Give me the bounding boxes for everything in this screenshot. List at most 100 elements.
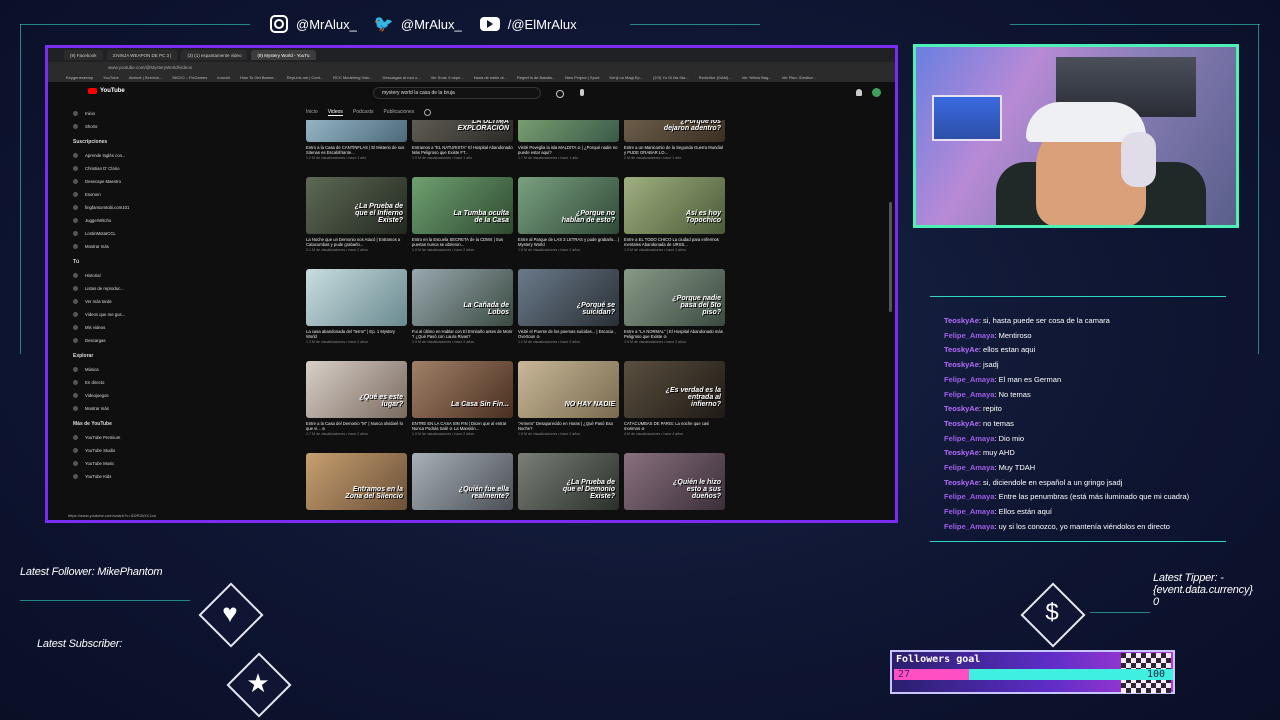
subscription-item[interactable]: Desecape Maestro	[68, 175, 148, 188]
video-card[interactable]: ¿Porque nadie pasa del 5to piso? Entre a …	[624, 269, 725, 344]
video-thumbnail[interactable]	[518, 120, 619, 142]
video-card[interactable]: ¿Porque los dejaron adentro? Entre a un M…	[624, 120, 725, 160]
video-thumbnail[interactable]	[306, 120, 407, 142]
library-item[interactable]: Descargas	[68, 334, 148, 347]
subscription-item[interactable]: Christian D' Clario	[68, 162, 148, 175]
video-card[interactable]: ¿La Prueba de que el Infierno Existe? La …	[306, 177, 407, 252]
scrollbar[interactable]	[889, 202, 892, 312]
bookmark-item[interactable]: YouTube	[103, 75, 119, 80]
video-card[interactable]: ¿Es verdad es la entrada al infierno? CAT…	[624, 361, 725, 436]
video-card[interactable]: Visité Poveglia la isla MALDITA ⊘ | ¿Por…	[518, 120, 619, 160]
subscription-item[interactable]: Esomen	[68, 188, 148, 201]
video-title[interactable]: CATACUMBAS DE PARIS: La noche que casi m…	[624, 421, 725, 431]
video-thumbnail[interactable]: ¿Qué es este lugar?	[306, 361, 407, 418]
bookmark-item[interactable]: Kenji no Magi Ep...	[609, 75, 643, 80]
search-channel-icon[interactable]	[424, 109, 432, 116]
browser-tab-active[interactable]: (9) Mystery World - YouTu	[251, 50, 316, 60]
bookmark-item[interactable]: Regret is de Batalla...	[517, 75, 555, 80]
bookmark-item[interactable]: Abrinet | Servicio...	[129, 75, 163, 80]
bookmark-item[interactable]: Ver Yellow Bag...	[742, 75, 772, 80]
bookmark-item[interactable]: Redictitor (GAM)...	[699, 75, 732, 80]
video-thumbnail[interactable]: Así es hoy Topochico	[624, 177, 725, 234]
library-item[interactable]: Mis videos	[68, 321, 148, 334]
explore-item[interactable]: En directo	[68, 376, 148, 389]
video-title[interactable]: Fui al último en Hablar con El Ermitaño …	[412, 329, 513, 339]
explore-item[interactable]: Música	[68, 363, 148, 376]
video-thumbnail[interactable]	[306, 269, 407, 326]
bookmark-item[interactable]: New Project | Sport	[565, 75, 599, 80]
subscription-item[interactable]: Mostrar más	[68, 240, 148, 253]
bookmark-item[interactable]: RepLink.me | Cont...	[287, 75, 323, 80]
video-title[interactable]: Entro en la Escuela SECRETA de la CDMX |…	[412, 237, 513, 247]
video-card[interactable]: ¿Quién fue ella realmente?	[412, 453, 513, 520]
video-card[interactable]: La Tumba oculta de la Casa Entro en la Es…	[412, 177, 513, 252]
video-thumbnail[interactable]: ¿Quién fue ella realmente?	[412, 453, 513, 510]
video-thumbnail[interactable]: La Cañada de Lobos	[412, 269, 513, 326]
video-title[interactable]: Entre a "LA NORMAL" | El Hospital Abando…	[624, 329, 725, 339]
subscription-item[interactable]: Aprende Inglés con...	[68, 149, 148, 162]
video-title[interactable]	[306, 513, 407, 520]
video-card[interactable]: La Casa Sin Fin... ENTRE EN LA CASA SIN F…	[412, 361, 513, 436]
video-title[interactable]	[518, 513, 619, 520]
video-title[interactable]: La Noche que un Demonio nos Atacó | Entr…	[306, 237, 407, 247]
video-title[interactable]: ENTRE EN LA CASA SIN FIN | Dicen que al …	[412, 421, 513, 431]
tab-podcasts[interactable]: Podcasts	[353, 109, 374, 116]
video-thumbnail[interactable]: Entramos en la Zona del Silencio	[306, 453, 407, 510]
more-youtube-item[interactable]: YouTube Studio	[68, 444, 148, 457]
video-thumbnail[interactable]: NO HAY NADIE	[518, 361, 619, 418]
address-bar[interactable]: www.youtube.com/@MysteryWorld/videos	[48, 62, 895, 72]
sidebar-nav-item[interactable]: Inicio	[68, 107, 148, 120]
video-title[interactable]: Visité Poveglia la isla MALDITA ⊘ | ¿Por…	[518, 145, 619, 155]
search-input[interactable]: mystery world la casa de la bruja	[373, 87, 541, 99]
bookmark-item[interactable]: RCC Modelring Voic...	[333, 75, 372, 80]
video-thumbnail[interactable]: LA ÚLTIMA EXPLORACIÓN	[412, 120, 513, 142]
video-card[interactable]: Así es hoy Topochico Entre a EL TODO CHIC…	[624, 177, 725, 252]
library-item[interactable]: Historial	[68, 269, 148, 282]
video-thumbnail[interactable]: La Tumba oculta de la Casa	[412, 177, 513, 234]
video-title[interactable]	[624, 513, 725, 520]
video-title[interactable]: Entre al Parque de LAS 3 LETRAS y pude g…	[518, 237, 619, 247]
video-thumbnail[interactable]: ¿Es verdad es la entrada al infierno?	[624, 361, 725, 418]
bookmark-item[interactable]: How To Get Banne...	[240, 75, 277, 80]
video-title[interactable]: La casa abandonada del "terror" | Ep. 1 …	[306, 329, 407, 339]
subscription-item[interactable]: JuggerWitcho	[68, 214, 148, 227]
bookmark-item[interactable]: Imovini	[217, 75, 230, 80]
bookmark-item[interactable]: Descargas al root o...	[383, 75, 421, 80]
tab-publicaciones[interactable]: Publicaciones	[383, 109, 414, 116]
video-thumbnail[interactable]: ¿La Prueba de que el Demonio Existe?	[518, 453, 619, 510]
video-title[interactable]: Entro a la Casa de CANTINFLAS | El Miste…	[306, 145, 407, 155]
explore-item[interactable]: Mostrar más	[68, 402, 148, 415]
video-title[interactable]: Entre a EL TODO CHICO La ciudad para enf…	[624, 237, 725, 247]
mic-icon[interactable]	[580, 89, 584, 96]
video-thumbnail[interactable]: ¿Porque nadie pasa del 5to piso?	[624, 269, 725, 326]
youtube-logo[interactable]: YouTube	[88, 88, 125, 94]
video-thumbnail[interactable]: ¿Porque no hablan de esto?	[518, 177, 619, 234]
browser-tab[interactable]: (9) Facebook	[64, 50, 103, 60]
video-card[interactable]: Entramos en la Zona del Silencio	[306, 453, 407, 520]
video-thumbnail[interactable]: ¿Porqué se suicidan?	[518, 269, 619, 326]
video-title[interactable]: Entramos a "EL NATURISTA" El Hospital Ab…	[412, 145, 513, 155]
bookmark-item[interactable]: INICIO – FixGames	[172, 75, 207, 80]
video-title[interactable]: "Armero" Desaparecido en Horas | ¿Qué Pa…	[518, 421, 619, 431]
bookmark-item[interactable]: (2/3) Yu Gi Ba Sta...	[653, 75, 689, 80]
more-youtube-item[interactable]: YouTube Kids	[68, 470, 148, 483]
search-icon[interactable]	[556, 90, 564, 98]
browser-tab[interactable]: (3) (1) espantamente video	[181, 50, 248, 60]
bookmark-item[interactable]: Ver Sora: Il nepe...	[431, 75, 464, 80]
tab-inicio[interactable]: Inicio	[306, 109, 318, 116]
video-title[interactable]	[412, 513, 513, 520]
video-card[interactable]: Entro a la Casa de CANTINFLAS | El Miste…	[306, 120, 407, 160]
avatar[interactable]	[872, 88, 881, 97]
video-thumbnail[interactable]: ¿La Prueba de que el Infierno Existe?	[306, 177, 407, 234]
video-title[interactable]: Visité el Puente de los poemas suicidas.…	[518, 329, 619, 339]
sidebar-nav-item[interactable]: Shorts	[68, 120, 148, 133]
video-thumbnail[interactable]: La Casa Sin Fin...	[412, 361, 513, 418]
more-youtube-item[interactable]: YouTube Music	[68, 457, 148, 470]
video-card[interactable]: La casa abandonada del "terror" | Ep. 1 …	[306, 269, 407, 344]
video-thumbnail[interactable]: ¿Porque los dejaron adentro?	[624, 120, 725, 142]
video-title[interactable]: Entre a un Manicomio de la Segunda Guerr…	[624, 145, 725, 155]
library-item[interactable]: Listas de reproduc...	[68, 282, 148, 295]
subscription-item[interactable]: fingfansomtobi.com101	[68, 201, 148, 214]
video-card[interactable]: LA ÚLTIMA EXPLORACIÓN Entramos a "EL NATU…	[412, 120, 513, 160]
video-card[interactable]: ¿Qué es este lugar? Entre a la Casa del D…	[306, 361, 407, 436]
